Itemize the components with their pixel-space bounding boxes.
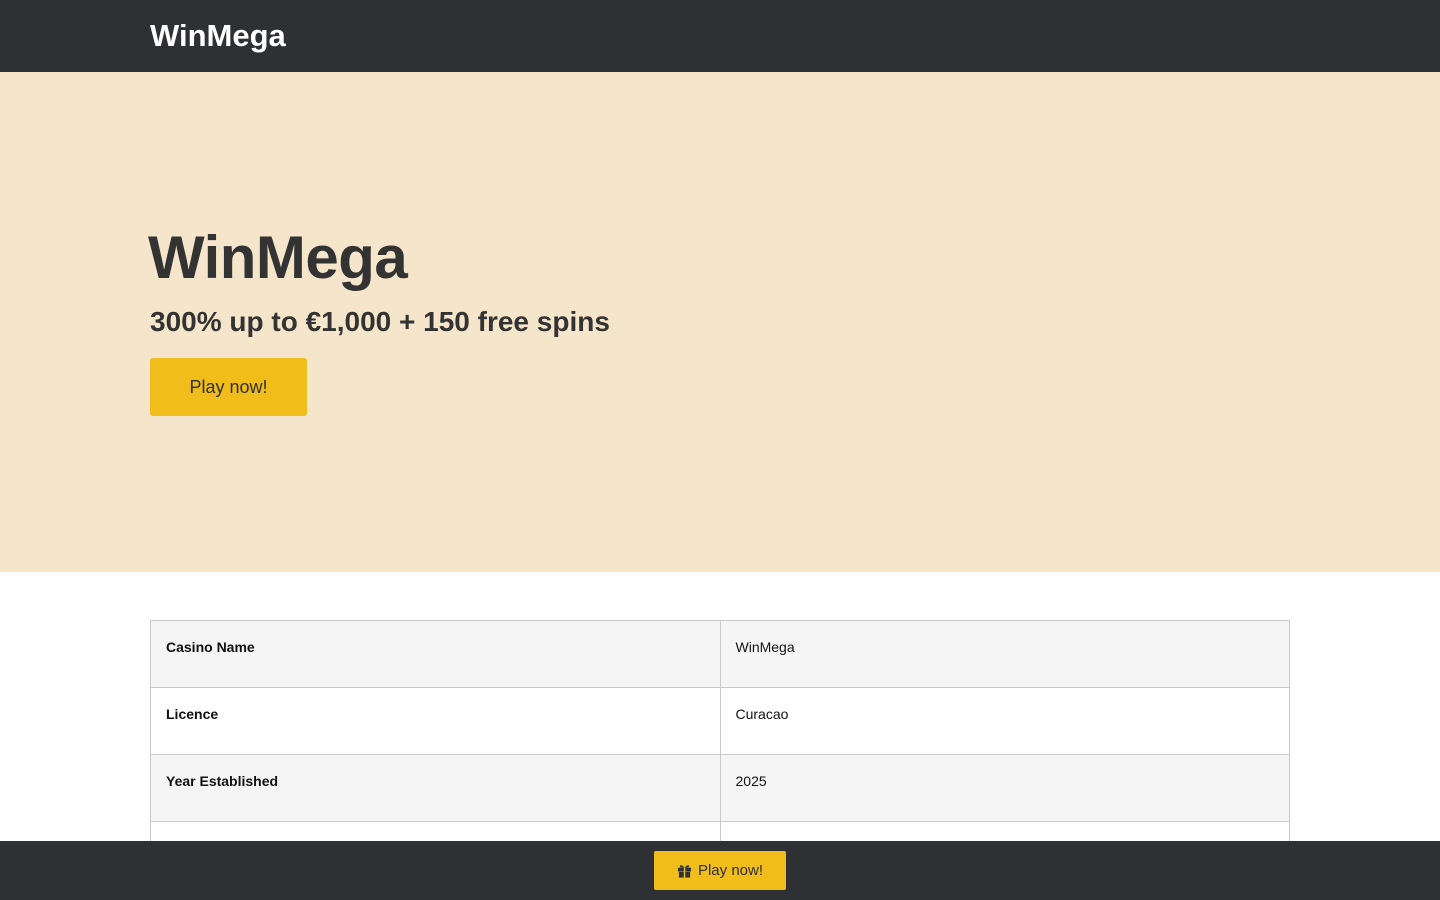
table-row: Licence Curacao bbox=[150, 687, 1290, 755]
sticky-play-now-label: Play now! bbox=[697, 862, 764, 879]
table-value-cell: WinMega bbox=[719, 620, 1290, 688]
table-value-cell: 2025 bbox=[719, 754, 1290, 822]
table-key-cell: Casino Name bbox=[150, 620, 721, 688]
table-row: Casino Name WinMega bbox=[150, 620, 1290, 688]
hero-title: WinMega bbox=[148, 224, 408, 291]
table-row: Year Established 2025 bbox=[150, 754, 1290, 822]
top-header: WinMega bbox=[0, 0, 1440, 72]
play-now-button[interactable]: Play now! bbox=[150, 358, 307, 416]
bonus-offer: 300% up to €1,000 + 150 free spins bbox=[150, 306, 610, 337]
sticky-footer-bar: Play now! bbox=[0, 841, 1440, 900]
table-key-cell: Licence bbox=[150, 687, 721, 755]
gift-icon bbox=[677, 864, 692, 878]
site-logo[interactable]: WinMega bbox=[150, 16, 286, 56]
table-key-cell: Year Established bbox=[150, 754, 721, 822]
table-value-cell: Curacao bbox=[719, 687, 1290, 755]
hero-banner: WinMega 300% up to €1,000 + 150 free spi… bbox=[0, 72, 1440, 572]
sticky-play-now-button[interactable]: Play now! bbox=[654, 851, 786, 890]
